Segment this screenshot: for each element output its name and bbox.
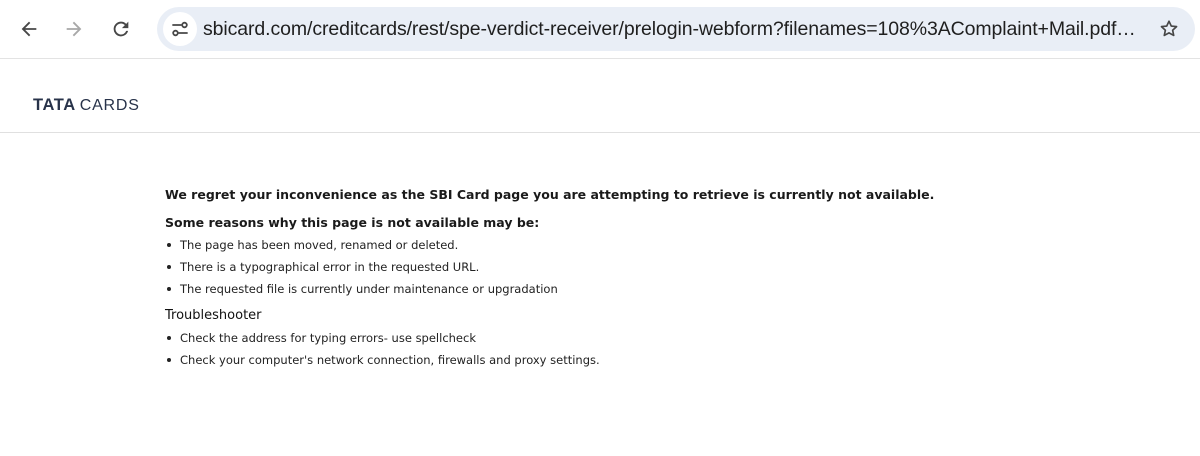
logo-bold-text: TATA <box>33 96 76 114</box>
error-content: We regret your inconvenience as the SBI … <box>165 187 1065 371</box>
logo-light-text: CARDS <box>79 97 140 114</box>
back-button[interactable] <box>12 12 46 46</box>
tune-icon <box>172 21 188 37</box>
reload-icon <box>113 21 129 37</box>
forward-button[interactable] <box>57 12 91 46</box>
arrow-right-icon <box>66 21 82 37</box>
bookmark-button[interactable] <box>1155 15 1183 43</box>
reasons-title: Some reasons why this page is not availa… <box>165 215 540 230</box>
regret-message: We regret your inconvenience as the SBI … <box>165 187 935 202</box>
reasons-list: The page has been moved, renamed or dele… <box>165 234 1065 300</box>
site-info-button[interactable] <box>163 12 197 46</box>
troubleshooter-list: Check the address for typing errors- use… <box>165 327 1065 371</box>
arrow-left-icon <box>21 21 37 37</box>
browser-toolbar: sbicard.com/creditcards/rest/spe-verdict… <box>0 0 1200 59</box>
troubleshooter-item: Check your computer's network connection… <box>165 349 1065 371</box>
reload-button[interactable] <box>104 12 138 46</box>
reason-item: There is a typographical error in the re… <box>165 256 1065 278</box>
troubleshooter-item: Check the address for typing errors- use… <box>165 327 1065 349</box>
address-bar[interactable]: sbicard.com/creditcards/rest/spe-verdict… <box>157 7 1195 51</box>
site-header: TATA CARDS <box>0 59 1200 133</box>
tata-cards-logo[interactable]: TATA CARDS <box>33 96 140 115</box>
reason-item: The page has been moved, renamed or dele… <box>165 234 1065 256</box>
star-outline-icon <box>1160 20 1178 37</box>
url-text[interactable]: sbicard.com/creditcards/rest/spe-verdict… <box>203 7 1143 51</box>
reason-item: The requested file is currently under ma… <box>165 278 1065 300</box>
troubleshooter-title: Troubleshooter <box>165 308 262 323</box>
